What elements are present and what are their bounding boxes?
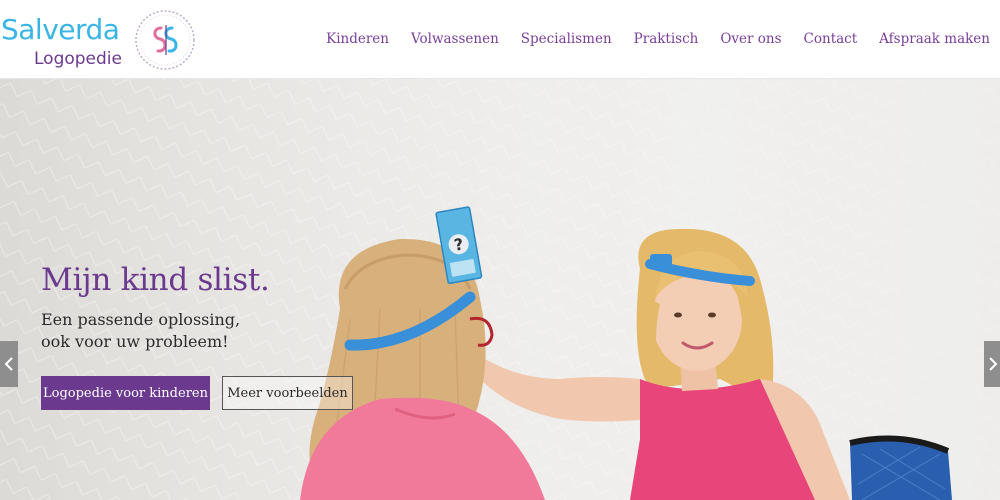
hero-subline-1: Een passende oplossing, (41, 310, 241, 329)
nav-item-kinderen[interactable]: Kinderen (326, 30, 389, 48)
nav-item-volwassenen[interactable]: Volwassenen (411, 30, 499, 48)
meer-voorbeelden-button[interactable]: Meer voorbeelden (222, 376, 353, 410)
ss-monogram-icon (135, 10, 195, 70)
hero-subline: Een passende oplossing, ook voor uw prob… (41, 309, 301, 353)
logo-text-logopedie: Logopedie (34, 49, 122, 69)
nav-item-specialismen[interactable]: Specialismen (521, 30, 612, 48)
nav-item-praktisch[interactable]: Praktisch (634, 30, 699, 48)
nav-item-over-ons[interactable]: Over ons (720, 30, 781, 48)
nav-item-contact[interactable]: Contact (804, 30, 858, 48)
chevron-left-icon (4, 357, 13, 371)
logopedie-voor-kinderen-button[interactable]: Logopedie voor kinderen (41, 376, 210, 410)
site-logo[interactable]: Salverda Logopedie (0, 6, 205, 74)
chevron-right-icon (989, 357, 998, 371)
slider-prev-button[interactable] (0, 341, 18, 387)
hero-subline-2: ook voor uw probleem! (41, 332, 229, 351)
slider-next-button[interactable] (984, 341, 1000, 387)
site-header: Salverda Logopedie Kinderen Volwassenen … (0, 0, 1000, 79)
main-navigation: Kinderen Volwassenen Specialismen Prakti… (304, 30, 990, 48)
nav-item-afspraak-maken[interactable]: Afspraak maken (879, 30, 990, 48)
hero-headline: Mijn kind slist. (41, 262, 270, 298)
logo-text-salverda: Salverda (1, 13, 120, 46)
hero-slider: ? Mijn kind slist. Een passende oplossin… (0, 79, 1000, 500)
